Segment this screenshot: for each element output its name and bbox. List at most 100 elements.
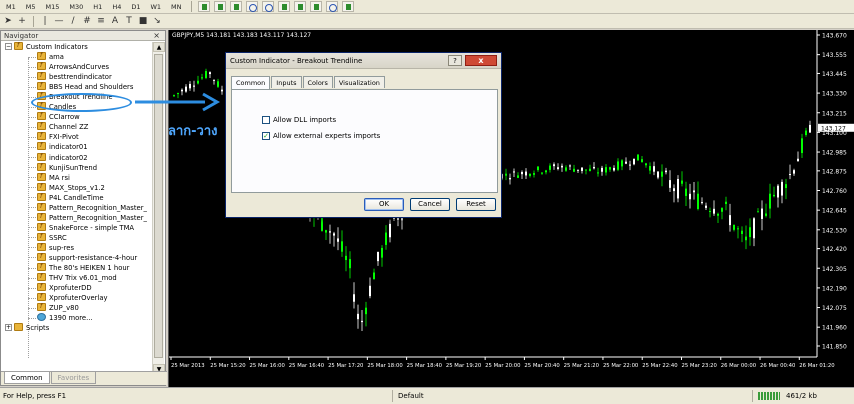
list-item-label: XprofuterOverlay	[49, 294, 108, 303]
cursor-icon[interactable]: ➤	[2, 16, 14, 26]
list-item[interactable]: FXI-Pivot	[1, 131, 153, 142]
list-item[interactable]: P4L CandleTime	[1, 192, 153, 203]
candle-body	[565, 167, 567, 171]
price-tick-label: 143.670	[822, 33, 847, 40]
candle-body	[629, 164, 631, 166]
timeframe-m5[interactable]: M5	[22, 1, 40, 12]
navigator-close-icon[interactable]: ×	[153, 31, 160, 41]
timeframe-m30[interactable]: M30	[65, 1, 87, 12]
line-chart-icon[interactable]	[229, 1, 242, 12]
list-item[interactable]: support-resistance-4-hour	[1, 252, 153, 263]
tree-folder-custom-indicators[interactable]: −Custom Indicators	[1, 42, 153, 52]
indicators-icon[interactable]	[309, 1, 322, 12]
timeframe-w1[interactable]: W1	[146, 1, 165, 12]
list-item[interactable]: THV Trix v6.01_mod	[1, 272, 153, 283]
list-item[interactable]: ArrowsAndCurves	[1, 61, 153, 72]
list-item[interactable]: besttrendindicator	[1, 71, 153, 82]
time-tick-label: 25 Mar 17:20	[328, 363, 364, 369]
expand-icon[interactable]: +	[5, 323, 12, 331]
fibonacci-icon[interactable]: ≡	[95, 16, 107, 26]
time-tick-label: 25 Mar 16:00	[250, 363, 286, 369]
time-tick-label: 26 Mar 00:00	[721, 363, 757, 369]
trendline-icon[interactable]: /	[67, 16, 79, 26]
list-item-label: Channel ZZ	[49, 123, 89, 132]
list-item[interactable]: indicator02	[1, 152, 153, 163]
list-item[interactable]: The 80's HEIKEN 1 hour	[1, 262, 153, 273]
tree-connector	[28, 317, 36, 319]
ok-button[interactable]: OK	[364, 198, 404, 211]
list-item[interactable]: sup-res	[1, 242, 153, 253]
candlestick-chart-icon[interactable]	[213, 1, 226, 12]
price-tick-label: 143.330	[822, 91, 847, 98]
list-item-label: besttrendindicator	[49, 73, 112, 82]
collapse-icon[interactable]: −	[5, 42, 12, 50]
zoom-in-icon[interactable]	[245, 1, 258, 12]
chart-shift-icon[interactable]	[293, 1, 306, 12]
timeframe-m1[interactable]: M1	[2, 1, 20, 12]
candle-body	[645, 163, 647, 166]
arrows-icon[interactable]: ↘	[151, 16, 163, 26]
tile-windows-icon[interactable]	[277, 1, 290, 12]
tab-common[interactable]: Common	[4, 372, 50, 384]
timeframe-h4[interactable]: H4	[108, 1, 125, 12]
text-icon[interactable]: A	[109, 16, 121, 26]
list-item[interactable]: ZUP_v80	[1, 302, 153, 313]
close-button[interactable]: x	[465, 55, 497, 66]
list-item[interactable]: 1390 more...	[1, 313, 153, 323]
text-label-icon[interactable]: T	[123, 16, 135, 26]
list-item[interactable]: MAX_Stops_v1.2	[1, 182, 153, 193]
list-item[interactable]: CCIarrow	[1, 111, 153, 122]
price-tick-label: 142.985	[822, 150, 847, 157]
candle-body	[193, 85, 195, 87]
zoom-out-icon[interactable]	[261, 1, 274, 12]
cancel-button[interactable]: Cancel	[410, 198, 450, 211]
allow-external-experts-row[interactable]: ✓ Allow external experts imports	[262, 132, 380, 140]
scroll-up-icon[interactable]: ▲	[153, 42, 165, 52]
list-item[interactable]: MA rsi	[1, 172, 153, 183]
allow-dll-imports-row[interactable]: Allow DLL imports	[262, 116, 336, 124]
timeframe-h1[interactable]: H1	[89, 1, 106, 12]
list-item[interactable]: indicator01	[1, 141, 153, 152]
list-item[interactable]: Channel ZZ	[1, 121, 153, 132]
tab-visualization[interactable]: Visualization	[333, 76, 385, 88]
tab-favorites[interactable]: Favorites	[50, 372, 97, 384]
list-item[interactable]: XprofuterOverlay	[1, 292, 153, 303]
allow-dll-imports-checkbox[interactable]	[262, 116, 270, 124]
help-button[interactable]: ?	[448, 55, 462, 66]
timeframe-d1[interactable]: D1	[127, 1, 144, 12]
bar-chart-icon[interactable]	[197, 1, 210, 12]
vertical-line-icon[interactable]: |	[39, 16, 51, 26]
tab-common[interactable]: Common	[231, 76, 271, 89]
list-item[interactable]: XprofuterDD	[1, 282, 153, 293]
list-item[interactable]: SnakeForce - simple TMA	[1, 222, 153, 233]
list-item[interactable]: SSRC	[1, 232, 153, 243]
list-item[interactable]: KunjiSunTrend	[1, 162, 153, 173]
timeframe-m15[interactable]: M15	[42, 1, 64, 12]
price-tick-label: 142.530	[822, 227, 847, 234]
list-item[interactable]: ama	[1, 51, 153, 62]
list-item[interactable]: Pattern_Recognition_Master_	[1, 212, 153, 223]
chart-symbol-info: GBPJPY,M5 143.181 143.183 143.117 143.12…	[172, 32, 312, 39]
indicator-icon	[37, 252, 46, 262]
reset-button[interactable]: Reset	[456, 198, 496, 211]
crosshair-icon[interactable]: +	[16, 16, 28, 26]
indicator-icon	[37, 61, 46, 71]
tab-inputs[interactable]: Inputs	[271, 76, 302, 88]
candle-body	[201, 77, 203, 79]
tab-colors[interactable]: Colors	[302, 76, 333, 88]
tree-connector	[28, 56, 36, 58]
tree-connector	[28, 157, 36, 159]
channel-icon[interactable]: #	[81, 16, 93, 26]
list-item[interactable]: BBS Head and Shoulders	[1, 81, 153, 92]
label-icon[interactable]: ■	[137, 16, 149, 26]
templates-icon[interactable]	[341, 1, 354, 12]
dialog-buttons: OK Cancel Reset	[364, 198, 496, 211]
horizontal-line-icon[interactable]: —	[53, 16, 65, 26]
status-profile: Default	[398, 392, 424, 400]
periods-icon[interactable]	[325, 1, 338, 12]
list-item[interactable]: Pattern_Recognition_Master_	[1, 202, 153, 213]
timeframe-mn[interactable]: MN	[167, 1, 185, 12]
tree-folder-scripts[interactable]: + Scripts	[1, 323, 153, 333]
candle-body	[593, 166, 595, 169]
allow-external-experts-checkbox[interactable]: ✓	[262, 132, 270, 140]
